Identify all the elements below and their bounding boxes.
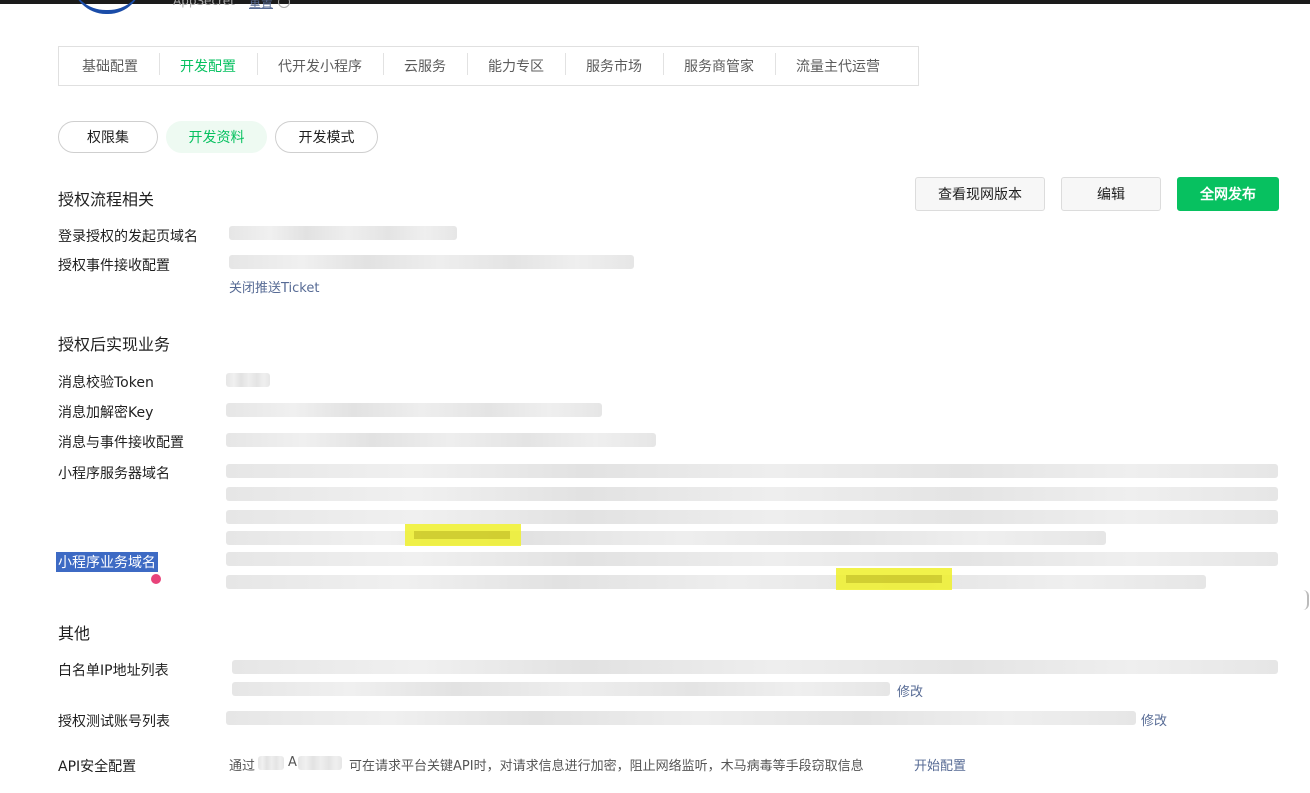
tab-provider-manager[interactable]: 服务商管家 bbox=[663, 53, 775, 76]
subtab-permissions[interactable]: 权限集 bbox=[58, 121, 158, 153]
whitelist-value-redacted-line1 bbox=[232, 660, 1278, 674]
whitelist-value-redacted-line2 bbox=[232, 682, 890, 696]
biz-domain-label: 小程序业务域名 bbox=[56, 552, 158, 572]
search-highlight-text bbox=[414, 531, 510, 539]
biz-domain-value-redacted-line1 bbox=[226, 552, 1278, 566]
reset-link[interactable]: 重置 bbox=[249, 0, 273, 11]
section-other-title: 其他 bbox=[58, 624, 91, 643]
section-auth-flow-title: 授权流程相关 bbox=[58, 190, 155, 209]
server-domain-label: 小程序服务器域名 bbox=[58, 466, 170, 482]
view-current-version-button[interactable]: 查看现网版本 bbox=[915, 177, 1045, 211]
cursor-marker bbox=[151, 574, 161, 584]
event-receive-value-redacted bbox=[229, 255, 634, 269]
tab-dev-config[interactable]: 开发配置 bbox=[159, 53, 257, 76]
whitelist-label: 白名单IP地址列表 bbox=[58, 663, 169, 679]
tab-service-market[interactable]: 服务市场 bbox=[565, 53, 663, 76]
main-nav-tabs: 基础配置 开发配置 代开发小程序 云服务 能力专区 服务市场 服务商管家 流量主… bbox=[58, 46, 919, 86]
api-security-desc-fragment: A bbox=[288, 755, 297, 770]
login-domain-value-redacted bbox=[229, 226, 457, 240]
tab-capabilities[interactable]: 能力专区 bbox=[467, 53, 565, 76]
scroll-indicator[interactable] bbox=[1303, 590, 1309, 610]
tab-dev-miniprogram[interactable]: 代开发小程序 bbox=[257, 53, 383, 76]
token-value-redacted bbox=[226, 373, 270, 387]
tab-cloud-service[interactable]: 云服务 bbox=[383, 53, 467, 76]
search-highlight-text bbox=[846, 575, 942, 583]
publish-all-button[interactable]: 全网发布 bbox=[1177, 177, 1279, 211]
server-domain-value-redacted-line2 bbox=[226, 487, 1278, 501]
biz-domain-value-redacted-line2 bbox=[226, 575, 1206, 589]
server-domain-value-redacted-line1 bbox=[226, 464, 1278, 478]
app-logo bbox=[72, 0, 142, 14]
close-ticket-link[interactable]: 关闭推送Ticket bbox=[229, 277, 319, 296]
test-accounts-edit-link[interactable]: 修改 bbox=[1141, 710, 1167, 729]
server-domain-value-redacted-line3 bbox=[226, 510, 1278, 524]
login-domain-label: 登录授权的发起页域名 bbox=[58, 229, 198, 245]
tab-basic-config[interactable]: 基础配置 bbox=[61, 56, 159, 76]
subtab-dev-info[interactable]: 开发资料 bbox=[166, 121, 267, 153]
aes-key-value-redacted bbox=[226, 403, 602, 417]
token-label: 消息校验Token bbox=[58, 375, 154, 391]
edit-button[interactable]: 编辑 bbox=[1061, 177, 1161, 211]
event-receive-label: 授权事件接收配置 bbox=[58, 258, 170, 274]
aes-key-label: 消息加解密Key bbox=[58, 405, 154, 421]
help-icon[interactable] bbox=[278, 0, 290, 8]
subtab-dev-mode[interactable]: 开发模式 bbox=[275, 121, 378, 153]
test-accounts-label: 授权测试账号列表 bbox=[58, 714, 170, 730]
server-domain-value-redacted-line4 bbox=[226, 531, 1106, 545]
api-security-redacted-2 bbox=[298, 756, 342, 770]
api-security-desc: 可在请求平台关键API时，对请求信息进行加密，阻止网络监听，木马病毒等手段窃取信… bbox=[349, 759, 864, 774]
api-security-start-link[interactable]: 开始配置 bbox=[914, 755, 966, 774]
msg-event-label: 消息与事件接收配置 bbox=[58, 435, 184, 451]
tab-traffic-operation[interactable]: 流量主代运营 bbox=[775, 53, 901, 76]
test-accounts-value-redacted bbox=[226, 711, 1136, 725]
section-post-auth-title: 授权后实现业务 bbox=[58, 335, 171, 354]
whitelist-edit-link[interactable]: 修改 bbox=[897, 681, 923, 700]
api-security-redacted-1 bbox=[258, 756, 284, 770]
msg-event-value-redacted bbox=[226, 433, 656, 447]
api-security-desc-prefix: 通过 bbox=[229, 759, 256, 774]
api-security-label: API安全配置 bbox=[58, 759, 137, 775]
appsecret-label: AppSecret bbox=[173, 0, 235, 8]
